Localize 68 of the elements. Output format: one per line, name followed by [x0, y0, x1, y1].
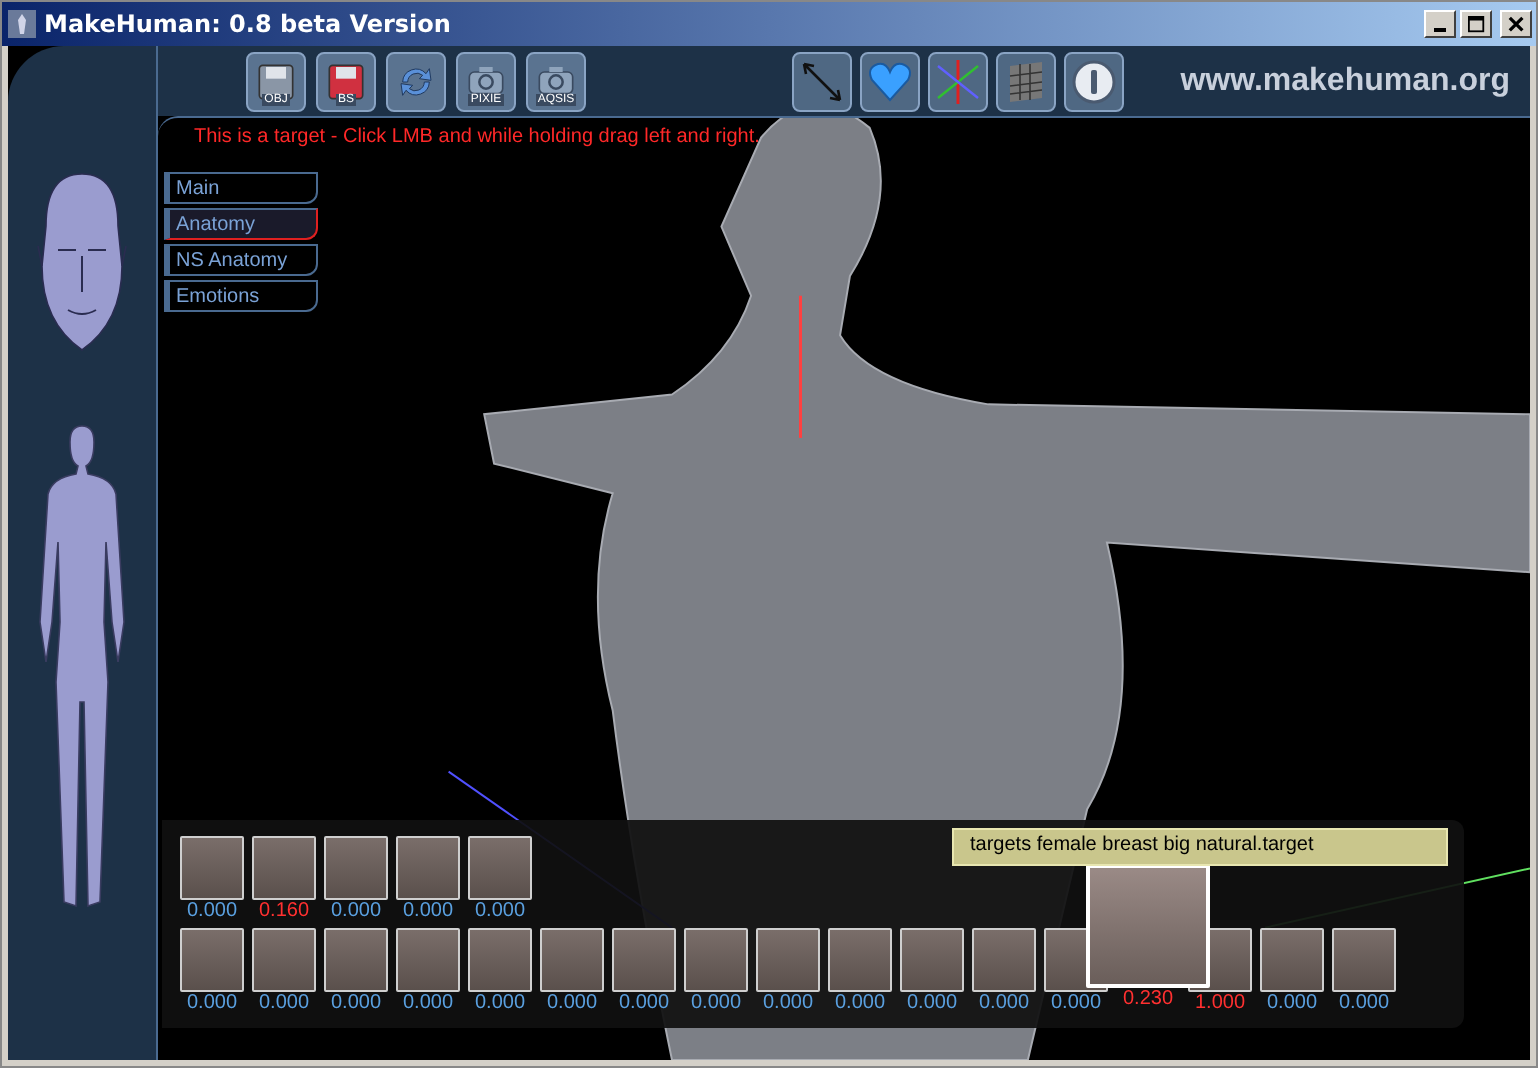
close-icon: [1507, 15, 1525, 33]
target-thumbnail[interactable]: [396, 928, 460, 992]
target-value: 0.000: [834, 992, 886, 1016]
target-value: 0.000: [1266, 992, 1318, 1016]
heart-icon: [866, 57, 914, 105]
close-button[interactable]: [1500, 10, 1532, 38]
target-value: 0.000: [186, 900, 238, 924]
target-value: 0.000: [186, 992, 238, 1016]
target-value: 0.000: [546, 992, 598, 1016]
maximize-button[interactable]: [1460, 10, 1492, 38]
target-thumbnail[interactable]: [396, 836, 460, 900]
target-value: 0.000: [330, 900, 382, 924]
target-thumbnail[interactable]: [1332, 928, 1396, 992]
category-tab[interactable]: NS Anatomy: [164, 244, 318, 276]
category-tab[interactable]: Emotions: [164, 280, 318, 312]
target-thumbnail[interactable]: [756, 928, 820, 992]
app-figure-icon: [8, 10, 36, 38]
target-value: 0.000: [1338, 992, 1390, 1016]
reset-button[interactable]: [386, 51, 446, 111]
target-value: 1.000: [1194, 992, 1246, 1016]
target-value: 0.000: [474, 900, 526, 924]
double-arrow-icon: [798, 57, 846, 105]
info-icon: [1070, 57, 1118, 105]
target-value: 0.000: [690, 992, 742, 1016]
target-value: 0.000: [978, 992, 1030, 1016]
target-thumbnail[interactable]: [180, 836, 244, 900]
target-thumbnail[interactable]: [684, 928, 748, 992]
target-thumbnail[interactable]: [972, 928, 1036, 992]
target-thumbnail[interactable]: [180, 928, 244, 992]
target-thumbnail[interactable]: [252, 928, 316, 992]
maximize-icon: [1467, 15, 1485, 33]
minimize-icon: [1434, 28, 1446, 32]
target-value: 0.000: [906, 992, 958, 1016]
website-label: www.makehuman.org: [1180, 63, 1510, 99]
target-thumbnail[interactable]: [1260, 928, 1324, 992]
target-value: 0.000: [1050, 992, 1102, 1016]
tooltip: targets female breast big natural.target: [952, 828, 1448, 866]
target-thumbnail[interactable]: [252, 836, 316, 900]
target-value: 0.000: [402, 900, 454, 924]
hint-text: This is a target - Click LMB and while holding drag left and right.: [194, 126, 762, 148]
target-value: 0.230: [1122, 988, 1174, 1012]
target-thumbnail[interactable]: [612, 928, 676, 992]
window-title: MakeHuman: 0.8 beta Version: [44, 10, 453, 38]
target-thumbnail[interactable]: [828, 928, 892, 992]
category-tab[interactable]: Anatomy: [164, 208, 318, 240]
minimize-button[interactable]: [1424, 10, 1456, 38]
target-value: 0.000: [402, 992, 454, 1016]
target-thumbnail[interactable]: [468, 928, 532, 992]
measure-view-button[interactable]: [792, 51, 852, 111]
target-thumbnail[interactable]: [540, 928, 604, 992]
target-value: 0.000: [762, 992, 814, 1016]
target-value: 0.000: [474, 992, 526, 1016]
target-value: 0.000: [330, 992, 382, 1016]
target-thumbnail[interactable]: [324, 928, 388, 992]
target-value: 0.000: [258, 992, 310, 1016]
grid-view-button[interactable]: [996, 51, 1056, 111]
info-view-button[interactable]: [1064, 51, 1124, 111]
target-thumbnail[interactable]: [900, 928, 964, 992]
axis-line: [799, 295, 802, 438]
target-value: 0.000: [618, 992, 670, 1016]
category-tab[interactable]: Main: [164, 172, 318, 204]
target-thumbnail[interactable]: [468, 836, 532, 900]
target-thumbnail[interactable]: [324, 836, 388, 900]
heart-view-button[interactable]: [860, 51, 920, 111]
axes-view-button[interactable]: [928, 51, 988, 111]
axes-icon: [934, 57, 982, 105]
target-value: 0.160: [258, 900, 310, 924]
3d-viewport[interactable]: [158, 116, 1530, 1060]
